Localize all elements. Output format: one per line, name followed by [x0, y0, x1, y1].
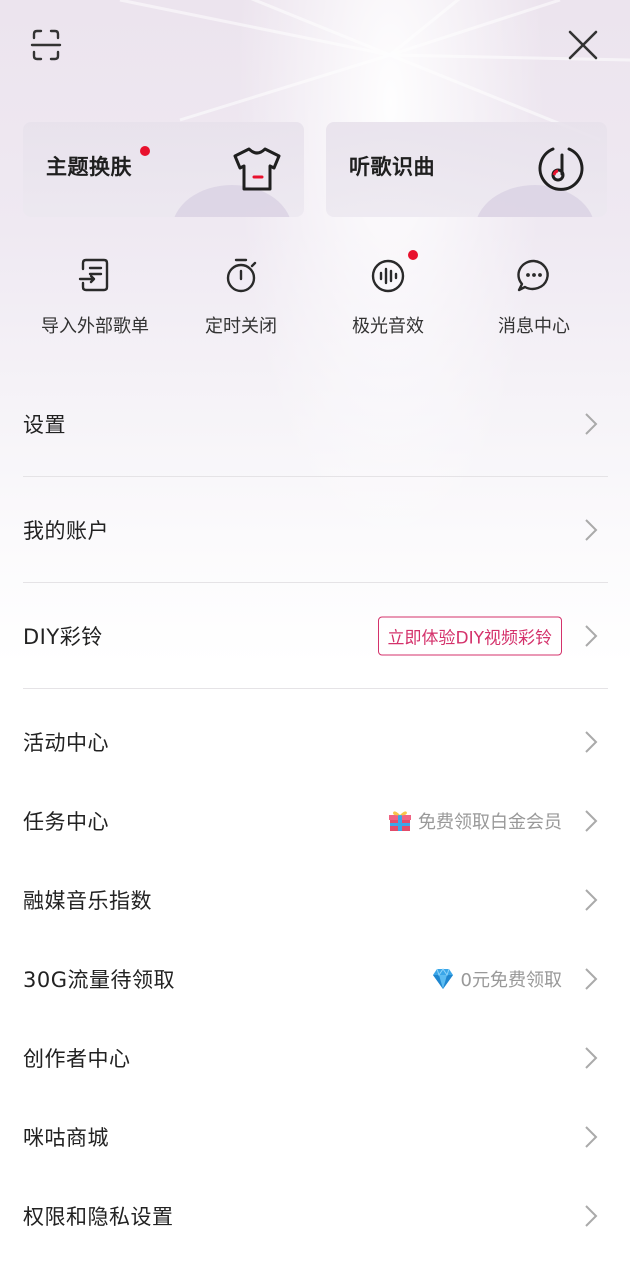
chevron-right-icon — [585, 625, 598, 647]
menu-item-label: 我的账户 — [23, 519, 109, 543]
menu-item-label: 融媒音乐指数 — [23, 889, 152, 913]
chevron-right-icon — [585, 731, 598, 753]
menu-item-label: 30G流量待领取 — [23, 968, 175, 992]
menu-item-label: 创作者中心 — [23, 1047, 131, 1071]
traffic-hint: 0元免费领取 — [431, 966, 562, 992]
menu-item-label: 设置 — [23, 413, 66, 437]
song-recognition-card[interactable]: 听歌识曲 — [326, 122, 607, 217]
menu-item-label: 活动中心 — [23, 731, 109, 755]
menu-item-label: DIY彩铃 — [23, 625, 103, 649]
gift-icon — [389, 811, 411, 831]
top-bar — [0, 0, 630, 90]
menu-item-migu-mall[interactable]: 咪咕商城 — [23, 1102, 608, 1172]
tool-timer-label: 定时关闭 — [205, 316, 277, 337]
chevron-right-icon — [585, 889, 598, 911]
task-hint: 免费领取白金会员 — [388, 808, 562, 834]
chevron-right-icon — [585, 1047, 598, 1069]
menu-item-settings[interactable]: 设置 — [23, 389, 608, 459]
menu-item-task-center[interactable]: 任务中心 免费领取白金会员 — [23, 786, 608, 856]
tool-message-center[interactable]: 消息中心 — [459, 250, 609, 350]
menu-item-label: 权限和隐私设置 — [23, 1205, 174, 1229]
menu-item-diy-ringtone[interactable]: DIY彩铃 立即体验DIY视频彩铃 — [23, 601, 608, 671]
menu-item-music-index[interactable]: 融媒音乐指数 — [23, 865, 608, 935]
tshirt-icon — [233, 147, 281, 191]
import-playlist-icon — [78, 258, 109, 292]
theme-skin-label: 主题换肤 — [46, 155, 132, 179]
chevron-right-icon — [585, 519, 598, 541]
tool-message-center-label: 消息中心 — [498, 316, 570, 337]
timer-icon — [226, 258, 257, 293]
sound-effect-icon — [371, 259, 405, 293]
menu-item-activity-center[interactable]: 活动中心 — [23, 707, 608, 777]
menu-item-creator-center[interactable]: 创作者中心 — [23, 1023, 608, 1093]
task-hint-text: 免费领取白金会员 — [418, 812, 562, 833]
song-recognition-label: 听歌识曲 — [349, 155, 435, 179]
menu-item-label: 咪咕商城 — [23, 1126, 109, 1150]
diy-promo-tag[interactable]: 立即体验DIY视频彩铃 — [377, 616, 562, 656]
tool-import-playlist-label: 导入外部歌单 — [41, 316, 149, 337]
menu-item-privacy-settings[interactable]: 权限和隐私设置 — [23, 1181, 608, 1251]
tool-timer[interactable]: 定时关闭 — [166, 250, 316, 350]
menu-item-account[interactable]: 我的账户 — [23, 495, 608, 565]
divider — [23, 582, 608, 583]
chevron-right-icon — [585, 1126, 598, 1148]
diamond-icon — [432, 968, 453, 989]
message-icon — [517, 259, 549, 292]
traffic-hint-text: 0元免费领取 — [460, 970, 562, 991]
divider — [23, 476, 608, 477]
menu-page: 主题换肤 听歌识曲 导入外部歌单 定时关闭 极光音效 消息中心 设置 我的账户 … — [0, 0, 630, 1280]
chevron-right-icon — [585, 968, 598, 990]
menu-item-traffic[interactable]: 30G流量待领取 0元免费领取 — [23, 944, 608, 1014]
tool-sound-effect-label: 极光音效 — [352, 316, 424, 337]
theme-skin-card[interactable]: 主题换肤 — [23, 122, 304, 217]
tool-import-playlist[interactable]: 导入外部歌单 — [20, 250, 170, 350]
chevron-right-icon — [585, 1205, 598, 1227]
chevron-right-icon — [585, 413, 598, 435]
menu-item-label: 任务中心 — [23, 810, 109, 834]
divider — [23, 688, 608, 689]
close-icon[interactable] — [562, 24, 604, 66]
new-badge-dot — [140, 146, 150, 156]
music-recognize-icon — [538, 147, 584, 191]
tool-sound-effect[interactable]: 极光音效 — [313, 250, 463, 350]
scan-icon[interactable] — [26, 26, 66, 66]
chevron-right-icon — [585, 810, 598, 832]
new-badge-dot — [408, 250, 418, 260]
